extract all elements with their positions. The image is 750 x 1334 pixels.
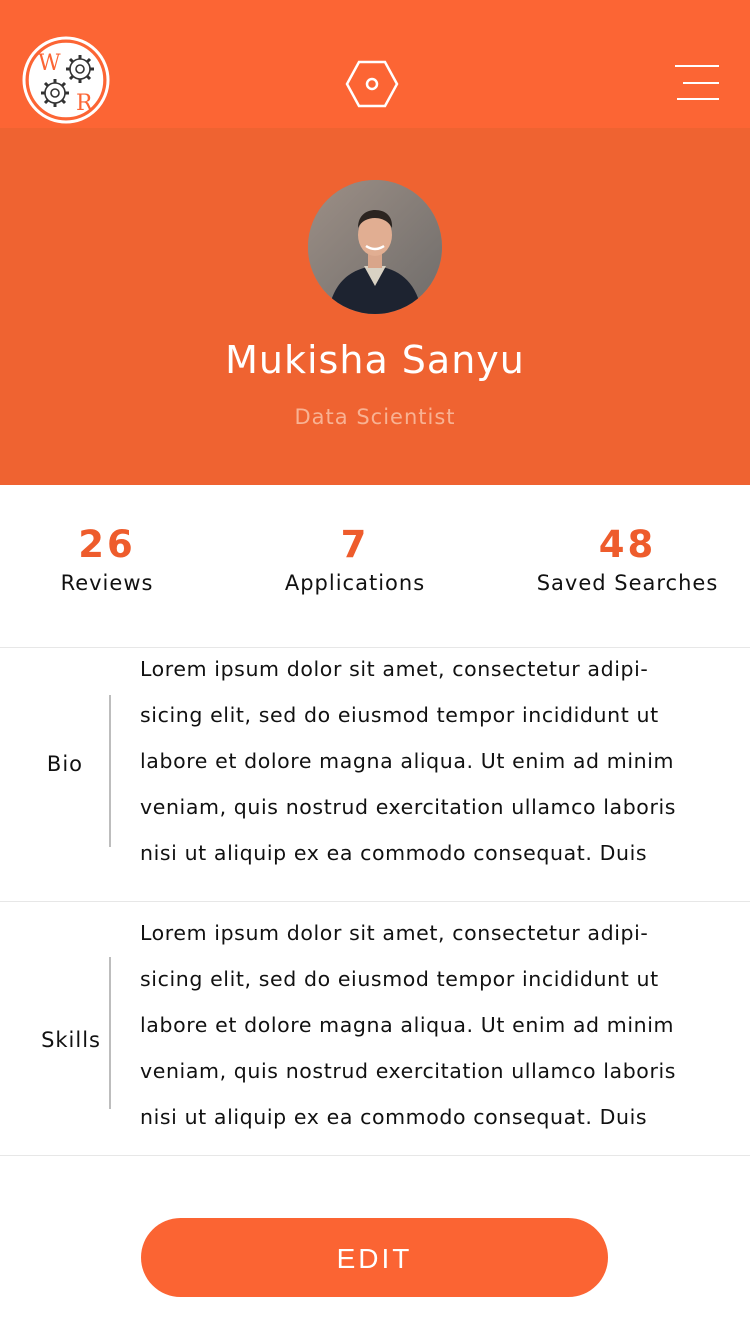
- bio-section: Bio Lorem ipsum dolor sit amet, consecte…: [0, 648, 750, 902]
- text-line: Lorem ipsum dolor sit amet, consectetur …: [140, 921, 649, 945]
- svg-text:R: R: [76, 91, 94, 116]
- svg-text:W: W: [38, 51, 61, 76]
- skills-label: Skills: [41, 1028, 101, 1052]
- menu-line: [683, 82, 719, 84]
- profile-role: Data Scientist: [294, 405, 456, 429]
- stat-label: Reviews: [60, 571, 154, 595]
- stat-applications[interactable]: 7 Applications: [270, 523, 440, 595]
- avatar[interactable]: [308, 180, 442, 314]
- text-line: Lorem ipsum dolor sit amet, consectetur …: [140, 657, 649, 681]
- edit-button[interactable]: EDIT: [141, 1218, 608, 1297]
- divider-line: [109, 957, 111, 1109]
- menu-line: [677, 98, 719, 100]
- menu-line: [675, 65, 719, 67]
- hexagon-icon[interactable]: [345, 60, 399, 108]
- text-line: nisi ut aliquip ex ea commodo consequat.…: [140, 841, 648, 865]
- stats-bar: 26 Reviews 7 Applications 48 Saved Searc…: [0, 485, 750, 648]
- profile-name: Mukisha Sanyu: [225, 338, 525, 382]
- top-bar: W R: [0, 0, 750, 128]
- stat-value: 26: [78, 523, 136, 566]
- avatar-photo: [308, 180, 442, 314]
- stat-label: Applications: [284, 571, 426, 595]
- bio-text: Lorem ipsum dolor sit amet, consectetur …: [140, 646, 715, 876]
- stat-value: 48: [598, 523, 657, 566]
- text-line: sicing elit, sed do eiusmod tempor incid…: [140, 967, 659, 991]
- text-line: sicing elit, sed do eiusmod tempor incid…: [140, 703, 659, 727]
- text-line: nisi ut aliquip ex ea commodo consequat.…: [140, 1105, 648, 1129]
- hamburger-menu-icon[interactable]: [675, 64, 719, 102]
- divider-line: [109, 695, 111, 847]
- skills-text: Lorem ipsum dolor sit amet, consectetur …: [140, 910, 715, 1140]
- text-line: veniam, quis nostrud exercitation ullamc…: [140, 795, 677, 819]
- stat-label: Saved Searches: [536, 571, 719, 595]
- text-line: veniam, quis nostrud exercitation ullamc…: [140, 1059, 677, 1083]
- stat-saved-searches[interactable]: 48 Saved Searches: [520, 523, 735, 595]
- stat-value: 7: [340, 523, 370, 566]
- text-line: labore et dolore magna aliqua. Ut enim a…: [140, 749, 675, 773]
- text-line: labore et dolore magna aliqua. Ut enim a…: [140, 1013, 675, 1037]
- profile-header: Mukisha Sanyu Data Scientist: [0, 128, 750, 485]
- stat-reviews[interactable]: 26 Reviews: [47, 523, 167, 595]
- logo-gears-icon[interactable]: W R: [22, 36, 110, 124]
- bio-label: Bio: [46, 752, 83, 776]
- skills-section: Skills Lorem ipsum dolor sit amet, conse…: [0, 902, 750, 1156]
